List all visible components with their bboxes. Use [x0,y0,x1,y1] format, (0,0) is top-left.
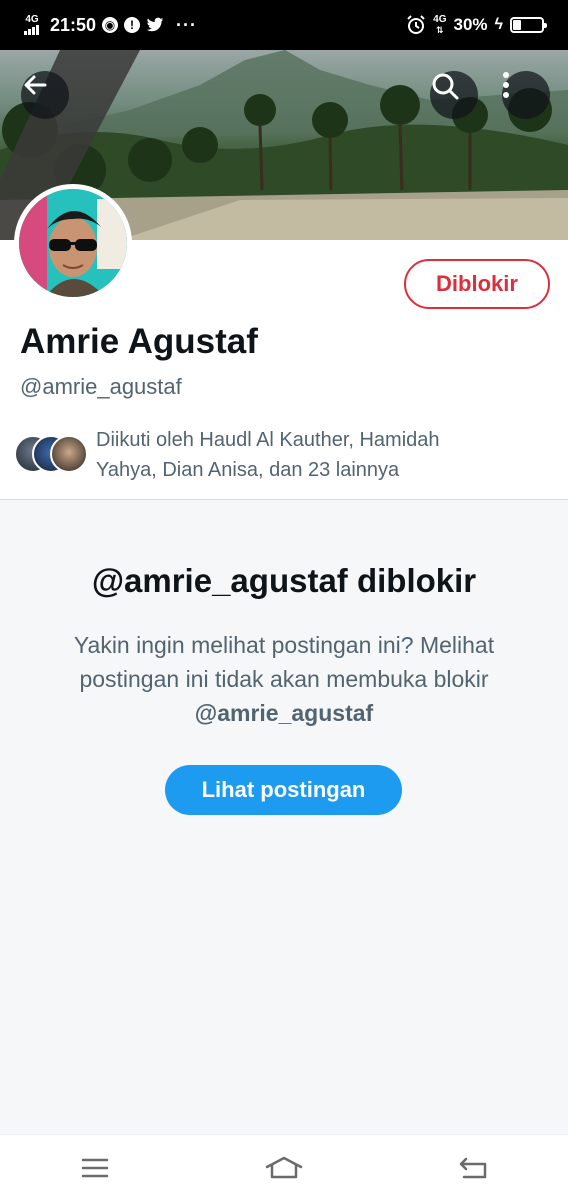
clock: 21:50 [50,14,97,35]
followed-by[interactable]: Diikuti oleh Haudl Al Kauther, Hamidah Y… [14,425,554,485]
more-notifications: ··· [176,14,198,35]
system-back-button[interactable] [443,1143,503,1193]
view-posts-button[interactable]: Lihat postingan [165,765,402,815]
followed-by-text: Diikuti oleh Haudl Al Kauther, Hamidah Y… [96,425,516,485]
profile-name: Amrie Agustaf [20,322,258,361]
blocked-button[interactable]: Diblokir [404,259,550,309]
recent-apps-button[interactable] [65,1143,125,1193]
more-vertical-icon [503,72,509,98]
back-icon [460,1157,487,1178]
app-screen: 4G 21:50 ◉ ! ··· 4G ⇅ 30% ϟ Diblokir Amr… [0,0,568,1200]
right-network-label: 4G [433,14,447,25]
battery-level [513,20,522,30]
charging-icon: ϟ [494,16,503,33]
blocked-description: Yakin ingin melihat postingan ini? Melih… [60,628,508,730]
system-nav-bar [0,1134,568,1200]
blocked-notice: @amrie_agustaf diblokir Yakin ingin meli… [0,500,568,1134]
followed-by-line-2: Yahya, Dian Anisa, dan 23 lainnya [96,459,400,481]
home-icon [265,1156,303,1178]
twitter-icon [146,17,164,32]
search-button[interactable] [430,71,478,119]
data-icon: 4G ⇅ [433,14,447,36]
alarm-icon [407,15,425,34]
profile-avatar[interactable] [14,184,132,302]
signal-icon: 4G [24,15,40,35]
status-right: 4G ⇅ 30% ϟ [406,14,547,36]
alert-icon: ! [124,17,141,33]
follower-avatars [14,435,92,475]
status-left: 4G 21:50 ◉ ! ··· [24,15,197,36]
search-icon [432,73,459,100]
more-options-button[interactable] [502,71,550,119]
profile-handle: @amrie_agustaf [20,374,182,399]
status-bar: 4G 21:50 ◉ ! ··· 4G ⇅ 30% ϟ [0,0,568,50]
blocked-description-handle: @amrie_agustaf [194,700,374,726]
blocked-title: @amrie_agustaf diblokir [91,562,477,599]
menu-icon [81,1158,108,1177]
avatar-image [19,189,127,297]
chrome-icon: ◉ [102,17,119,33]
network-label: 4G [25,14,39,25]
blocked-description-text: Yakin ingin melihat postingan ini? Melih… [73,632,495,692]
back-arrow-icon [24,75,47,95]
battery-icon [510,17,547,33]
back-button[interactable] [21,71,69,119]
follower-avatar [50,435,88,473]
followed-by-line-1: Diikuti oleh Haudl Al Kauther, Hamidah [96,429,440,451]
battery-percent: 30% [453,15,488,34]
home-button[interactable] [254,1143,314,1193]
